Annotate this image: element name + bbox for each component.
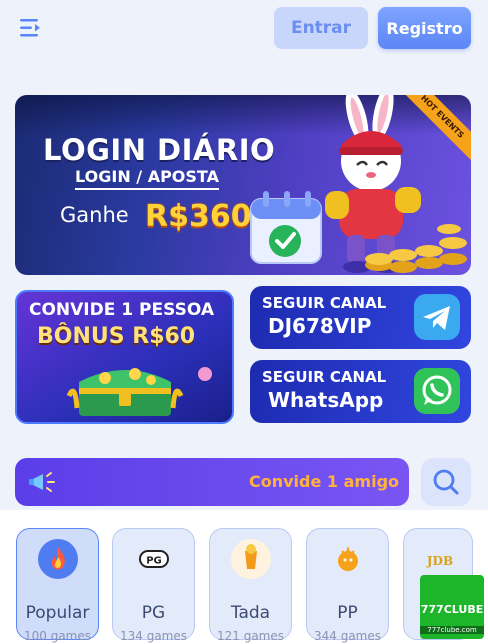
top-bar: Entrar Registro: [0, 0, 488, 56]
invite-bonus-card[interactable]: CONVIDE 1 PESSOA BÔNUS R$60: [15, 290, 234, 424]
treasure-chest-icon: [66, 368, 184, 416]
search-icon: [433, 469, 459, 495]
site-watermark-logo: 777CLUBE 777clube.com: [420, 575, 484, 639]
game-category-strip: Popular 100 games PG PG 134 games Tada 1…: [0, 510, 488, 644]
sparkle-icon: [198, 367, 212, 381]
category-name: PG: [141, 603, 166, 623]
svg-text:PG: PG: [146, 556, 162, 567]
category-popular[interactable]: Popular 100 games: [16, 528, 99, 643]
banner-gain-label: Ganhe: [60, 203, 129, 227]
jdb-icon: JDB: [420, 539, 460, 579]
megaphone-icon: [29, 472, 55, 492]
category-pg[interactable]: PG PG 134 games: [112, 528, 195, 643]
menu-toggle-icon[interactable]: [18, 16, 44, 40]
pg-icon: PG: [134, 539, 174, 579]
whatsapp-line2: WhatsApp: [268, 388, 384, 412]
whatsapp-channel-card[interactable]: SEGUIR CANAL WhatsApp: [250, 360, 471, 423]
watermark-domain: 777clube.com: [420, 626, 484, 634]
telegram-icon: [414, 294, 460, 340]
banner-subtitle: LOGIN / APOSTA: [75, 167, 219, 190]
telegram-line2: DJ678VIP: [268, 314, 372, 338]
banner-title: LOGIN DIÁRIO: [43, 133, 276, 167]
daily-login-banner[interactable]: LOGIN DIÁRIO LOGIN / APOSTA Ganhe R$360: [15, 95, 471, 275]
search-button[interactable]: [421, 458, 471, 506]
banner-amount: R$360: [145, 199, 252, 234]
svg-text:JDB: JDB: [426, 554, 453, 568]
fire-icon: [38, 539, 78, 579]
category-count: 344 games: [313, 629, 381, 643]
invite-line1: CONVIDE 1 PESSOA: [29, 300, 214, 320]
category-pp[interactable]: PP 344 games: [306, 528, 389, 643]
whatsapp-icon: [414, 368, 460, 414]
watermark-title: 777CLUBE: [420, 603, 484, 616]
invite-line2: BÔNUS R$60: [37, 324, 196, 349]
pp-icon: [328, 539, 368, 579]
login-button[interactable]: Entrar: [274, 7, 368, 49]
category-name: Popular: [25, 603, 90, 623]
whatsapp-line1: SEGUIR CANAL: [262, 368, 387, 386]
category-count: 121 games: [216, 629, 284, 643]
gold-coins-image: [365, 224, 467, 273]
category-count: 134 games: [119, 629, 187, 643]
tada-icon: [231, 539, 271, 579]
announcement-marquee[interactable]: Convide 1 amigo: [15, 458, 409, 506]
register-button[interactable]: Registro: [378, 7, 471, 49]
category-tada[interactable]: Tada 121 games: [209, 528, 292, 643]
telegram-channel-card[interactable]: SEGUIR CANAL DJ678VIP: [250, 286, 471, 349]
category-name: Tada: [230, 603, 271, 623]
category-name: PP: [337, 603, 358, 623]
category-count: 100 games: [23, 629, 91, 643]
marquee-text: Convide 1 amigo: [249, 472, 400, 491]
telegram-line1: SEGUIR CANAL: [262, 294, 387, 312]
